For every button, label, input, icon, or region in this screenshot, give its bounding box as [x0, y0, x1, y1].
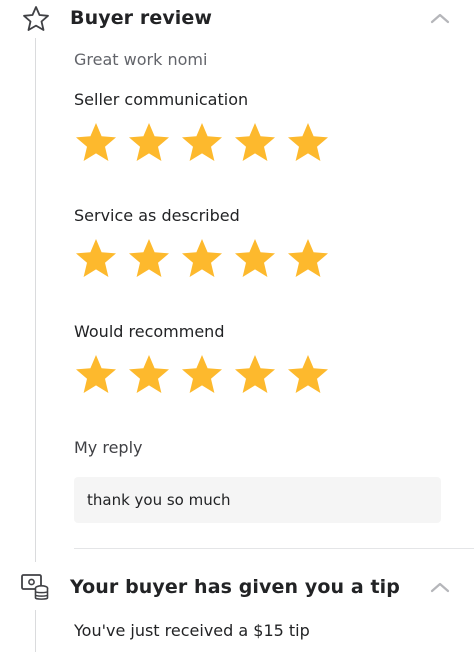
my-reply-label: My reply — [74, 438, 143, 457]
rating-stars-seller-communication — [74, 121, 330, 165]
star-outline-icon — [23, 6, 49, 31]
money-tip-icon — [21, 574, 49, 600]
timeline-line — [35, 38, 36, 562]
rating-star-icon — [235, 355, 275, 393]
rating-star-icon — [129, 355, 169, 393]
rating-label-seller-communication: Seller communication — [74, 90, 249, 109]
rating-star-icon — [288, 239, 328, 277]
buyer-review-title: Buyer review — [70, 7, 213, 29]
rating-star-icon — [129, 239, 169, 277]
section-divider — [74, 548, 474, 549]
review-comment: Great work nomi — [74, 50, 208, 69]
rating-star-icon — [129, 123, 169, 161]
rating-star-icon — [76, 123, 116, 161]
rating-star-icon — [76, 355, 116, 393]
collapse-review-chevron-up-icon[interactable] — [429, 11, 451, 25]
tip-description: You've just received a $15 tip — [74, 621, 310, 640]
rating-star-icon — [182, 239, 222, 277]
collapse-tip-chevron-up-icon[interactable] — [429, 580, 451, 594]
rating-star-icon — [288, 123, 328, 161]
rating-star-icon — [182, 355, 222, 393]
rating-star-icon — [182, 123, 222, 161]
rating-star-icon — [235, 239, 275, 277]
my-reply-text: thank you so much — [87, 491, 231, 509]
rating-stars-service-as-described — [74, 237, 330, 281]
tip-title: Your buyer has given you a tip — [70, 576, 400, 598]
rating-star-icon — [76, 239, 116, 277]
rating-stars-would-recommend — [74, 353, 330, 397]
my-reply-box: thank you so much — [74, 477, 441, 523]
rating-label-would-recommend: Would recommend — [74, 322, 225, 341]
rating-star-icon — [288, 355, 328, 393]
rating-star-icon — [235, 123, 275, 161]
timeline-line-lower — [35, 610, 36, 652]
rating-label-service-as-described: Service as described — [74, 206, 240, 225]
